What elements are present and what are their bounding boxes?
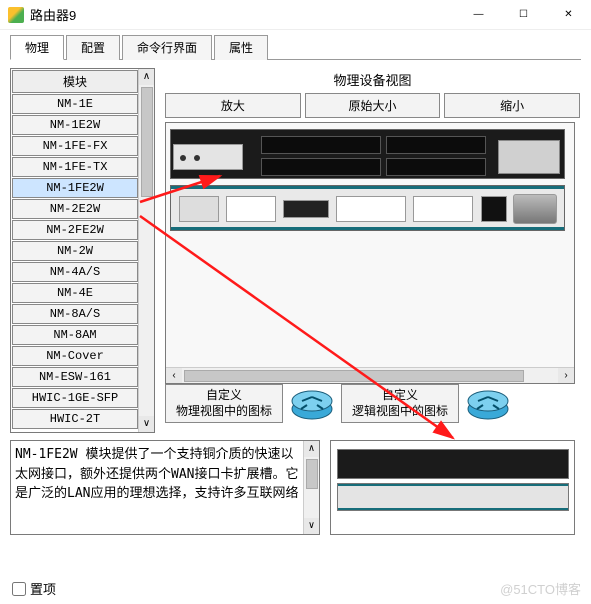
- device-block: [283, 200, 329, 218]
- window-titlebar: 路由器9 — ☐ ✕: [0, 0, 591, 30]
- module-slot[interactable]: [261, 158, 381, 176]
- module-item[interactable]: NM-2E2W: [12, 199, 138, 219]
- module-slot[interactable]: [261, 136, 381, 154]
- module-item[interactable]: HWIC-2T: [12, 409, 138, 429]
- router-icon: [289, 387, 335, 421]
- power-socket: [481, 196, 507, 222]
- zoom-original-button[interactable]: 原始大小: [305, 93, 441, 118]
- pin-label: 置项: [30, 579, 56, 598]
- module-item[interactable]: NM-1FE-TX: [12, 157, 138, 177]
- label-line1: 自定义: [206, 388, 242, 402]
- window-title: 路由器9: [30, 5, 456, 24]
- device-block: [336, 196, 406, 222]
- module-item[interactable]: NM-8A/S: [12, 304, 138, 324]
- scroll-up-icon[interactable]: ∧: [139, 69, 154, 85]
- module-item[interactable]: NM-2FE2W: [12, 220, 138, 240]
- label-line1: 自定义: [382, 388, 418, 402]
- watermark: @51CTO博客: [500, 579, 581, 598]
- module-item[interactable]: NM-2W: [12, 241, 138, 261]
- rack-ear: [173, 144, 243, 170]
- label-line2: 逻辑视图中的图标: [352, 404, 448, 418]
- close-button[interactable]: ✕: [546, 0, 591, 30]
- device-view-panel: 物理设备视图 放大 原始大小 缩小: [165, 68, 580, 384]
- module-list-scrollbar[interactable]: ∧ ∨: [138, 69, 154, 432]
- module-item[interactable]: NM-1FE-FX: [12, 136, 138, 156]
- device-view-title: 物理设备视图: [165, 68, 580, 93]
- module-item[interactable]: NM-1E2W: [12, 115, 138, 135]
- scroll-thumb[interactable]: [184, 370, 524, 382]
- router-icon: [465, 387, 511, 421]
- device-canvas[interactable]: ‹ ›: [165, 122, 575, 384]
- tab-physical[interactable]: 物理: [10, 35, 64, 60]
- module-item[interactable]: NM-Cover: [12, 346, 138, 366]
- app-icon: [8, 7, 24, 23]
- module-item[interactable]: HWIC-1GE-SFP: [12, 388, 138, 408]
- module-item[interactable]: NM-4E: [12, 283, 138, 303]
- module-item[interactable]: NM-8AM: [12, 325, 138, 345]
- minimize-button[interactable]: —: [456, 0, 501, 30]
- device-block: [179, 196, 219, 222]
- module-list-header: 模块: [12, 70, 138, 93]
- preview-rack-top: [337, 449, 569, 479]
- scroll-thumb[interactable]: [306, 459, 318, 489]
- preview-rack-bottom: [337, 483, 569, 511]
- scroll-thumb[interactable]: [141, 87, 153, 197]
- scroll-down-icon[interactable]: ∨: [304, 518, 319, 534]
- scroll-left-icon[interactable]: ‹: [166, 368, 182, 384]
- zoom-bar: 放大 原始大小 缩小: [165, 93, 580, 118]
- pin-checkbox[interactable]: [12, 582, 26, 596]
- device-rack-top[interactable]: [170, 129, 565, 179]
- maximize-button[interactable]: ☐: [501, 0, 546, 30]
- scroll-right-icon[interactable]: ›: [558, 368, 574, 384]
- module-description: NM-1FE2W 模块提供了一个支持铜介质的快速以太网接口，额外还提供两个WAN…: [10, 440, 320, 535]
- module-item[interactable]: NM-ESW-161: [12, 367, 138, 387]
- custom-logical-icon-button[interactable]: 自定义 逻辑视图中的图标: [341, 384, 459, 423]
- window-buttons: — ☐ ✕: [456, 0, 591, 30]
- port-panel: [498, 140, 560, 174]
- scroll-up-icon[interactable]: ∧: [304, 441, 319, 457]
- tab-cli[interactable]: 命令行界面: [122, 35, 212, 60]
- label-line2: 物理视图中的图标: [176, 404, 272, 418]
- tab-properties[interactable]: 属性: [214, 35, 268, 60]
- module-slot[interactable]: [386, 136, 486, 154]
- module-preview: [330, 440, 575, 535]
- zoom-out-button[interactable]: 缩小: [444, 93, 580, 118]
- description-text: NM-1FE2W 模块提供了一个支持铜介质的快速以太网接口，额外还提供两个WAN…: [15, 445, 300, 504]
- module-slot[interactable]: [386, 158, 486, 176]
- zoom-in-button[interactable]: 放大: [165, 93, 301, 118]
- custom-icon-row: 自定义 物理视图中的图标 自定义 逻辑视图中的图标: [165, 384, 511, 423]
- module-list: 模块 NM-1E NM-1E2W NM-1FE-FX NM-1FE-TX NM-…: [10, 68, 155, 433]
- footer: 置项: [12, 579, 56, 598]
- tab-bar: 物理 配置 命令行界面 属性: [10, 34, 581, 60]
- tab-config[interactable]: 配置: [66, 35, 120, 60]
- module-item[interactable]: NM-4A/S: [12, 262, 138, 282]
- device-rack-bottom[interactable]: [170, 185, 565, 231]
- power-switch[interactable]: [513, 194, 557, 224]
- device-block: [413, 196, 473, 222]
- module-list-scroll[interactable]: 模块 NM-1E NM-1E2W NM-1FE-FX NM-1FE-TX NM-…: [11, 69, 139, 432]
- scroll-down-icon[interactable]: ∨: [139, 416, 154, 432]
- description-scrollbar[interactable]: ∧ ∨: [303, 441, 319, 534]
- device-block: [226, 196, 276, 222]
- module-item-selected[interactable]: NM-1FE2W: [12, 178, 138, 198]
- custom-physical-icon-button[interactable]: 自定义 物理视图中的图标: [165, 384, 283, 423]
- module-item[interactable]: NM-1E: [12, 94, 138, 114]
- device-hscrollbar[interactable]: ‹ ›: [166, 367, 574, 383]
